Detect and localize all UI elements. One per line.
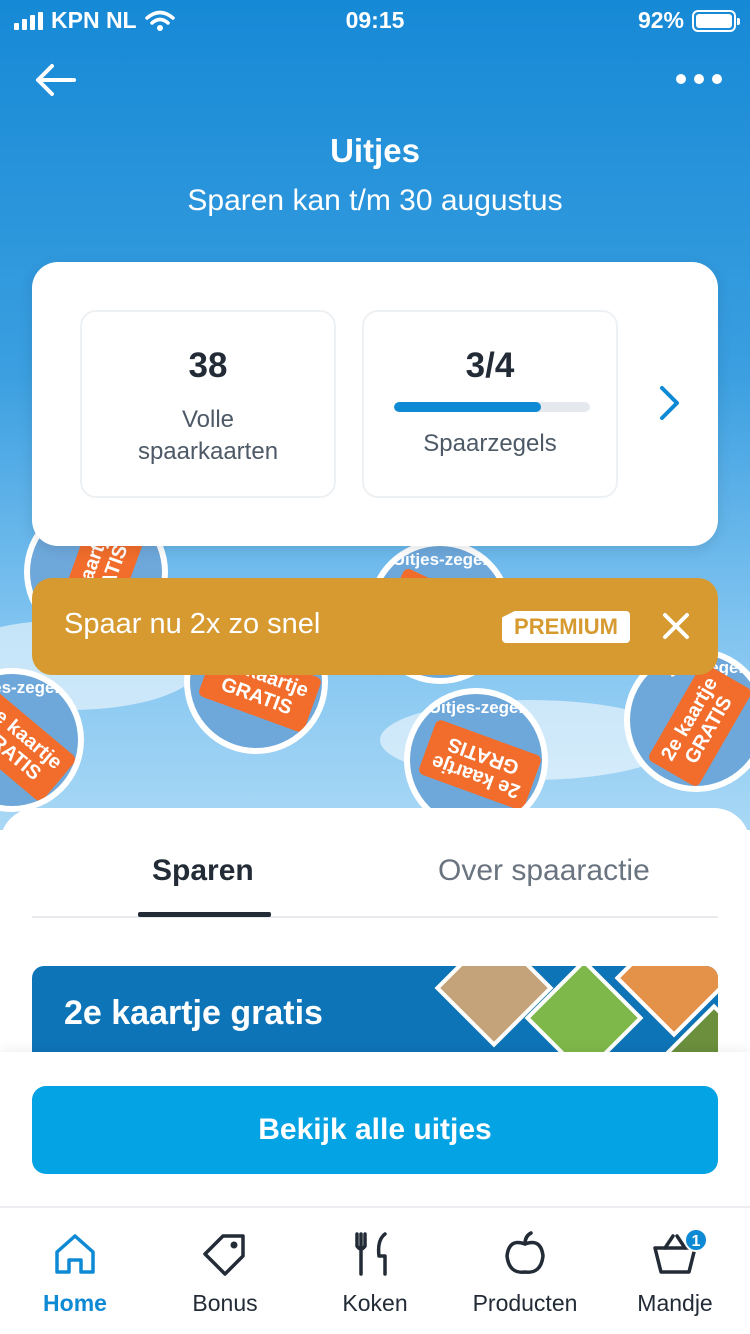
stamps-box: 3/4 Spaarzegels — [362, 310, 618, 498]
tab-divider — [32, 916, 718, 918]
tab-producten-label: Producten — [472, 1290, 578, 1316]
cta-container: Bekijk alle uitjes — [0, 1052, 750, 1208]
full-cards-count: 38 — [188, 346, 228, 385]
tab-sparen[interactable]: Sparen — [152, 854, 254, 888]
tab-koken-label: Koken — [342, 1290, 408, 1316]
promo-headline: 2e kaartje gratis — [64, 994, 323, 1032]
cart-count-badge: 1 — [684, 1228, 708, 1252]
tag-icon — [203, 1234, 245, 1276]
page-subtitle: Sparen kan t/m 30 augustus — [187, 184, 563, 217]
home-icon — [55, 1234, 95, 1274]
tab-mandje-label: Mandje — [637, 1290, 713, 1316]
savings-summary-card[interactable]: 38 Volle spaarkaarten 3/4 Spaarzegels — [32, 262, 718, 546]
tab-mandje[interactable]: Mandje — [600, 1208, 750, 1334]
stamp-decor: Uitjes-zegel 2e kaartjeGRATIS — [0, 668, 84, 812]
battery-icon — [692, 9, 740, 32]
status-bar: KPN NL 09:15 92% — [0, 0, 750, 40]
more-options-icon[interactable] — [676, 66, 722, 92]
stamps-count: 3/4 — [465, 346, 515, 385]
apple-icon — [505, 1231, 545, 1274]
chevron-right-icon[interactable] — [658, 384, 682, 422]
tab-home[interactable]: Home — [0, 1208, 150, 1334]
tab-bonus[interactable]: Bonus — [150, 1208, 300, 1334]
cutlery-icon — [355, 1232, 387, 1276]
tab-koken[interactable]: Koken — [300, 1208, 450, 1334]
stamps-label: Spaarzegels — [423, 430, 557, 457]
tab-bonus-label: Bonus — [192, 1290, 258, 1316]
premium-banner-text: Spaar nu 2x zo snel — [64, 608, 321, 640]
tab-producten[interactable]: Producten — [450, 1208, 600, 1334]
full-cards-label: Volle spaarkaarten — [137, 406, 279, 465]
close-icon[interactable] — [662, 612, 690, 640]
battery-percent: 92% — [637, 7, 684, 33]
page-title: Uitjes — [330, 132, 420, 169]
premium-banner[interactable]: Spaar nu 2x zo snel PREMIUM — [32, 578, 718, 675]
back-arrow-icon[interactable] — [30, 58, 82, 102]
tab-home-label: Home — [43, 1290, 107, 1316]
bottom-tab-bar: Home Bonus Koken Producten Mandje — [0, 1206, 750, 1334]
full-cards-box: 38 Volle spaarkaarten — [80, 310, 336, 498]
stamps-progress-bar — [394, 402, 590, 412]
tab-over-spaaractie[interactable]: Over spaaractie — [438, 854, 650, 888]
active-tab-indicator — [138, 912, 271, 917]
view-all-outings-button[interactable]: Bekijk alle uitjes — [32, 1086, 718, 1174]
premium-badge: PREMIUM — [502, 611, 630, 643]
